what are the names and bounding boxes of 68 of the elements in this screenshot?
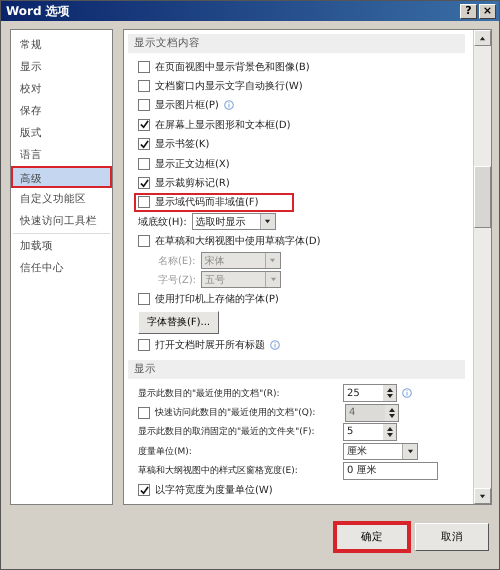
font-substitution-button[interactable]: 字体替换(F)... xyxy=(138,310,220,334)
checkbox-label: 在草稿和大纲视图中使用草稿字体(D) xyxy=(155,234,321,248)
checkbox[interactable] xyxy=(138,80,150,92)
field-label: 显示此数目的取消固定的"最近的文件夹"(F): xyxy=(138,426,316,438)
checkbox-label: 使用打印机上存储的字体(P) xyxy=(155,292,279,306)
dropdown[interactable]: 选取时显示 xyxy=(192,213,276,230)
checkbox-label: 文档窗口内显示文字自动换行(W) xyxy=(155,80,303,94)
sidebar-item[interactable]: 版式 xyxy=(11,122,112,144)
sidebar-item[interactable]: 加载项 xyxy=(11,235,112,257)
checkbox[interactable] xyxy=(138,177,150,190)
caret-icon xyxy=(406,448,414,455)
spin-arrows-icon xyxy=(386,426,394,438)
checkbox[interactable] xyxy=(138,484,150,496)
down-arrow-icon xyxy=(479,492,486,500)
checkbox[interactable] xyxy=(138,60,150,73)
caret-icon xyxy=(264,218,272,226)
sidebar-item[interactable]: 快速访问工具栏 xyxy=(11,210,112,232)
checkbox-label: 以字符宽度为度量单位(W) xyxy=(155,484,273,498)
checkbox-label: 显示域代码而非域值(F) xyxy=(155,196,259,210)
field-label: 草稿和大纲视图中的样式区窗格宽度(E): xyxy=(138,464,299,478)
checkbox-label: 打开文档时展开所有标题 xyxy=(155,338,265,352)
field-label: 快速访问此数目的"最近使用的文档"(Q): xyxy=(155,406,316,420)
sidebar-item[interactable]: 信任中心 xyxy=(11,257,112,279)
checkbox[interactable] xyxy=(138,99,150,112)
checkbox[interactable] xyxy=(138,338,150,351)
window-title: Word 选项 xyxy=(6,2,70,20)
spin-arrows-icon xyxy=(386,387,394,400)
cancel-button[interactable]: 取消 xyxy=(415,523,489,551)
checkbox[interactable] xyxy=(138,196,150,208)
sidebar-item[interactable]: 保存 xyxy=(11,100,112,122)
checkbox-label: 显示裁剪标记(R) xyxy=(155,176,230,190)
dropdown[interactable]: 厘米 xyxy=(343,442,418,460)
spin-field[interactable]: 25 xyxy=(343,384,397,402)
scroll-down-button[interactable] xyxy=(474,488,491,504)
sidebar-item[interactable]: 显示 xyxy=(11,56,112,78)
sidebar-item[interactable]: 自定义功能区 xyxy=(11,188,112,210)
checkbox[interactable] xyxy=(138,235,150,248)
ok-button[interactable]: 确定 xyxy=(335,523,409,551)
sidebar-item[interactable]: 校对 xyxy=(11,78,112,100)
checkbox-label: 在页面视图中显示背景色和图像(B) xyxy=(155,60,310,74)
field-label: 域底纹(H): xyxy=(138,216,187,229)
sidebar-item[interactable]: 高级 xyxy=(11,166,112,188)
input-field[interactable]: 0 厘米 xyxy=(343,462,438,480)
checkbox[interactable] xyxy=(138,138,150,150)
section-header: 显示文档内容 xyxy=(128,34,465,53)
up-arrow-icon xyxy=(479,34,486,42)
checkbox-label: 显示正文边框(X) xyxy=(155,158,230,171)
caret-icon xyxy=(270,276,277,284)
help-button[interactable]: ? xyxy=(460,4,477,18)
spin-field[interactable]: 5 xyxy=(343,422,397,441)
section-header: 显示 xyxy=(128,360,465,380)
checkbox-label: 在屏幕上显示图形和文本框(D) xyxy=(155,118,291,132)
field-label: 字号(Z): xyxy=(158,274,196,287)
field-label: 度量单位(M): xyxy=(138,446,193,458)
field-label: 名称(E): xyxy=(158,254,196,268)
scrollbar-thumb[interactable] xyxy=(474,166,491,228)
checkbox-label: 显示书签(K) xyxy=(155,138,210,152)
scroll-up-button[interactable] xyxy=(474,30,491,46)
checkbox[interactable] xyxy=(138,118,150,131)
spin-arrows-icon xyxy=(388,406,396,419)
close-button[interactable]: × xyxy=(479,4,496,18)
checkbox[interactable] xyxy=(138,158,150,170)
caret-icon xyxy=(269,257,276,264)
sidebar-item[interactable]: 常规 xyxy=(11,34,112,56)
field-label: 显示此数目的"最近使用的文档"(R): xyxy=(138,388,281,400)
sidebar-item[interactable]: 语言 xyxy=(11,144,112,166)
checkbox[interactable] xyxy=(138,293,150,306)
checkbox-label: 显示图片框(P) xyxy=(155,98,219,112)
